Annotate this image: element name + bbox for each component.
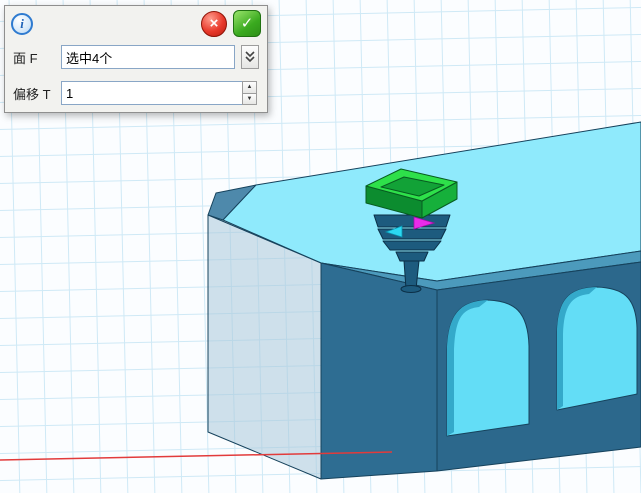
double-chevron-down-icon — [244, 50, 256, 64]
dialog-header: i × ✓ — [5, 6, 267, 40]
face-label: 面 F — [13, 48, 55, 67]
face-selection-input[interactable] — [61, 45, 235, 69]
fitting-flange-3[interactable] — [383, 241, 441, 250]
cancel-button[interactable]: × — [201, 11, 227, 37]
check-icon: ✓ — [241, 16, 254, 31]
feature-dialog: i × ✓ 面 F 偏移 T — [4, 5, 268, 113]
arch-opening-2[interactable] — [557, 287, 637, 410]
info-icon: i — [11, 13, 33, 35]
spinner-up-button[interactable]: ▲ — [242, 81, 257, 94]
offset-row: 偏移 T ▲ ▼ — [5, 76, 267, 112]
model-front-face-left[interactable] — [321, 263, 437, 479]
fitting-neck[interactable] — [396, 252, 428, 261]
expand-selection-button[interactable] — [241, 45, 259, 69]
fitting-stem[interactable] — [404, 261, 419, 289]
cad-viewport[interactable]: i × ✓ 面 F 偏移 T — [0, 0, 641, 493]
offset-value-input[interactable] — [61, 81, 247, 105]
cancel-icon: × — [210, 16, 219, 31]
info-icon-glyph: i — [20, 16, 24, 32]
offset-spinbox: ▲ ▼ — [61, 81, 257, 105]
spinner-down-button[interactable]: ▼ — [242, 94, 257, 106]
face-selection-row: 面 F — [5, 40, 267, 76]
fitting-flange-2[interactable] — [378, 229, 446, 239]
fitting-flange-1[interactable] — [374, 215, 450, 227]
offset-spinners: ▲ ▼ — [242, 81, 257, 105]
confirm-button[interactable]: ✓ — [233, 10, 261, 37]
offset-label: 偏移 T — [13, 84, 55, 103]
fitting-base[interactable] — [401, 286, 421, 293]
arch-opening-1[interactable] — [447, 300, 529, 436]
